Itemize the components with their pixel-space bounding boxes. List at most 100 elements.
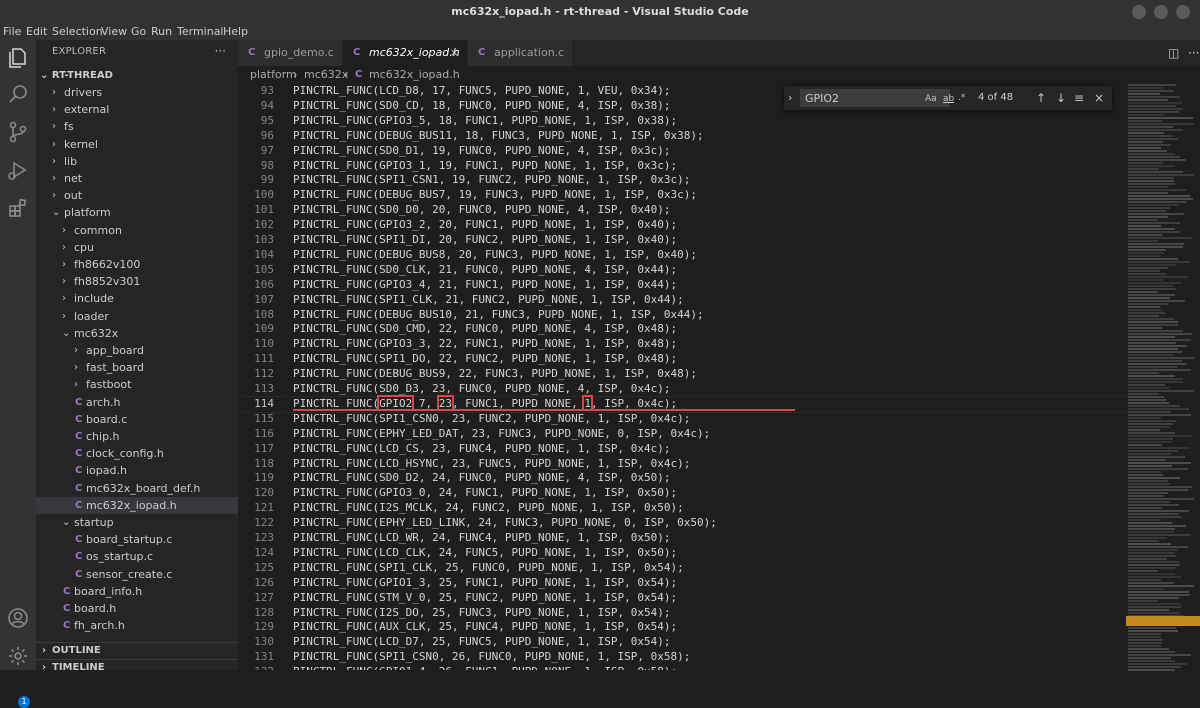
- folder-mc632x[interactable]: ⌄ mc632x: [36, 325, 238, 342]
- match-case-icon[interactable]: Aa: [925, 90, 937, 108]
- close-window-button[interactable]: [1176, 5, 1190, 19]
- menu-selection[interactable]: Selection: [52, 24, 103, 40]
- timeline-section[interactable]: › TIMELINE: [36, 659, 238, 676]
- file-mc632x-iopad-h[interactable]: Cmc632x_iopad.h: [36, 496, 238, 514]
- workspace-root[interactable]: ⌄ RT-THREAD: [40, 68, 113, 84]
- folder-fh8662v100[interactable]: › fh8662v100: [36, 256, 238, 273]
- code-line: PINCTRL_FUNC(LCD_D7, 25, FUNC5, PUPD_NON…: [293, 635, 671, 649]
- folder-lib[interactable]: › lib: [36, 153, 238, 170]
- file-chip-h[interactable]: Cchip.h: [36, 428, 238, 445]
- chevron-right-icon: ›: [52, 104, 56, 116]
- folder-external[interactable]: › external: [36, 101, 238, 118]
- breadcrumb-platform[interactable]: platform: [250, 66, 297, 84]
- settings-badge: 1: [18, 696, 30, 708]
- tab-application[interactable]: Capplication.c: [468, 40, 573, 66]
- folder-drivers[interactable]: › drivers: [36, 84, 238, 101]
- file-os-startup-c[interactable]: Cos_startup.c: [36, 548, 238, 565]
- menu-help[interactable]: Help: [223, 24, 248, 40]
- folder-app-board[interactable]: › app_board: [36, 342, 238, 359]
- minimap-line: [1128, 516, 1181, 518]
- code-line: PINCTRL_FUNC(DEBUG_BUS7, 19, FUNC3, PUPD…: [293, 188, 697, 202]
- source-control-icon[interactable]: [6, 120, 30, 144]
- next-match-icon[interactable]: ↓: [1056, 86, 1066, 110]
- code-editor[interactable]: 93 PINCTRL_FUNC(LCD_D8, 17, FUNC5, PUPD_N…: [238, 84, 1126, 670]
- folder-out[interactable]: › out: [36, 187, 238, 204]
- minimap-line: [1128, 501, 1170, 503]
- minimap-line: [1128, 132, 1164, 134]
- minimap-line: [1128, 546, 1188, 548]
- toggle-replace-icon[interactable]: ›: [788, 86, 792, 110]
- minimap-line: [1128, 603, 1181, 605]
- folder-kernel[interactable]: › kernel: [36, 136, 238, 153]
- account-icon[interactable]: [6, 606, 30, 630]
- minimap-line: [1128, 99, 1168, 101]
- folder-fh8852v301[interactable]: › fh8852v301: [36, 273, 238, 290]
- folder-fs[interactable]: › fs: [36, 118, 238, 135]
- folder-startup[interactable]: ⌄ startup: [36, 514, 238, 531]
- menu-terminal[interactable]: Terminal: [177, 24, 224, 40]
- menu-go[interactable]: Go: [131, 24, 146, 40]
- file-arch-h[interactable]: Carch.h: [36, 394, 238, 411]
- previous-match-icon[interactable]: ↑: [1036, 86, 1046, 110]
- minimap-line: [1128, 405, 1180, 407]
- folder-platform[interactable]: ⌄ platform: [36, 204, 238, 221]
- file-board-h[interactable]: Cboard.h: [36, 600, 238, 617]
- find-input[interactable]: [801, 90, 925, 106]
- menu-view[interactable]: View: [101, 24, 127, 40]
- split-editor-icon[interactable]: ◫: [1168, 40, 1179, 66]
- file-fh-arch-h[interactable]: Cfh_arch.h: [36, 617, 238, 634]
- close-find-icon[interactable]: ×: [1094, 86, 1104, 110]
- tab-mc632x-iopad[interactable]: Cmc632x_iopad.h ×: [343, 40, 468, 66]
- minimap-line: [1128, 576, 1181, 578]
- find-in-selection-icon[interactable]: ≡: [1074, 86, 1084, 110]
- file-clock-config-h[interactable]: Cclock_config.h: [36, 445, 238, 462]
- close-tab-icon[interactable]: ×: [450, 40, 459, 66]
- code-line: PINCTRL_FUNC(GPIO1_4, 26, FUNC1, PUPD_NO…: [293, 665, 677, 670]
- extensions-icon[interactable]: [6, 196, 30, 220]
- search-icon[interactable]: [6, 82, 30, 106]
- folder-fastboot[interactable]: › fastboot: [36, 376, 238, 393]
- breadcrumb-mc632x[interactable]: mc632x: [304, 66, 348, 84]
- minimap-line: [1128, 102, 1182, 104]
- folder-loader[interactable]: › loader: [36, 308, 238, 325]
- minimap-line: [1128, 567, 1176, 569]
- file-board-startup-c[interactable]: Cboard_startup.c: [36, 531, 238, 548]
- folder-cpu[interactable]: › cpu: [36, 239, 238, 256]
- match-whole-word-icon[interactable]: ab: [943, 90, 954, 108]
- c-file-icon: C: [63, 620, 71, 632]
- tab-gpio-demo[interactable]: Cgpio_demo.c: [238, 40, 343, 66]
- more-actions-button[interactable]: ···: [215, 40, 226, 62]
- minimap-line: [1128, 252, 1164, 254]
- code-line: PINCTRL_FUNC(DEBUG_BUS8, 20, FUNC3, PUPD…: [293, 247, 697, 261]
- use-regex-icon[interactable]: .*: [958, 89, 965, 107]
- file-mc632x-board-def-h[interactable]: Cmc632x_board_def.h: [36, 480, 238, 497]
- chevron-right-icon: ›: [52, 173, 56, 184]
- tree-item-label: common: [74, 223, 122, 237]
- minimap[interactable]: [1126, 84, 1200, 671]
- more-editor-actions-icon[interactable]: ···: [1188, 40, 1199, 66]
- line-number: 131: [254, 650, 274, 664]
- breadcrumb-file[interactable]: mc632x_iopad.h: [369, 66, 460, 84]
- minimize-button[interactable]: [1132, 5, 1146, 19]
- file-board-info-h[interactable]: Cboard_info.h: [36, 583, 238, 600]
- folder-fast-board[interactable]: › fast_board: [36, 359, 238, 376]
- c-file-icon: C: [75, 448, 83, 460]
- run-debug-icon[interactable]: [6, 158, 30, 182]
- outline-section[interactable]: › OUTLINE: [36, 642, 238, 659]
- file-board-c[interactable]: Cboard.c: [36, 411, 238, 428]
- tree-item-label: include: [74, 292, 114, 306]
- minimap-line: [1128, 462, 1191, 464]
- files-icon[interactable]: [6, 46, 30, 70]
- menu-run[interactable]: Run: [151, 24, 172, 40]
- menu-edit[interactable]: Edit: [26, 24, 47, 40]
- folder-common[interactable]: › common: [36, 222, 238, 239]
- file-iopad-h[interactable]: Ciopad.h: [36, 462, 238, 479]
- file-sensor-create-c[interactable]: Csensor_create.c: [36, 566, 238, 583]
- settings-gear-icon[interactable]: [6, 644, 30, 668]
- folder-include[interactable]: › include: [36, 290, 238, 307]
- minimap-line: [1128, 174, 1194, 176]
- menu-file[interactable]: File: [3, 24, 21, 40]
- folder-net[interactable]: › net: [36, 170, 238, 187]
- code-line: PINCTRL_FUNC(SD0_CLK, 21, FUNC0, PUPD_NO…: [293, 262, 678, 276]
- maximize-button[interactable]: [1154, 5, 1168, 19]
